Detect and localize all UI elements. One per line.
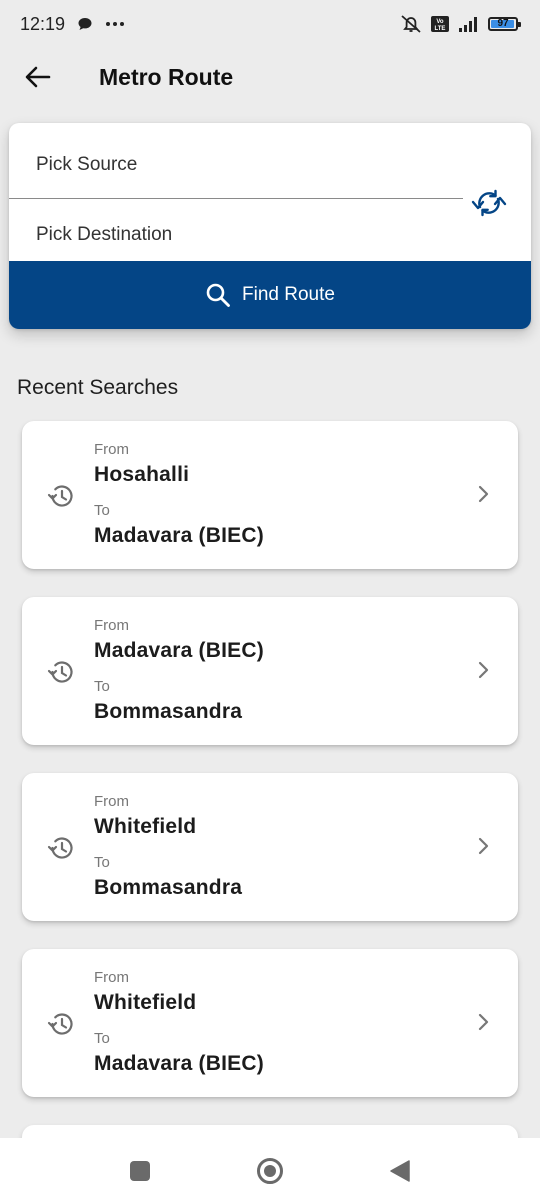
source-field[interactable]: Pick Source	[9, 131, 463, 199]
recent-search-item[interactable]: From Madavara (BIEC) To Bommasandra	[22, 597, 518, 745]
chat-bubble-icon	[77, 16, 93, 32]
from-label: From	[94, 617, 129, 634]
from-station: Hosahalli	[94, 463, 190, 486]
from-label: From	[94, 793, 129, 810]
svg-text:Vo: Vo	[436, 19, 444, 25]
to-label: To	[94, 502, 110, 519]
status-time: 12:19	[20, 13, 66, 34]
history-icon	[47, 837, 73, 859]
swap-stations-button[interactable]	[469, 183, 509, 223]
destination-field[interactable]: Pick Destination	[9, 201, 463, 269]
status-left: 12:19	[20, 14, 125, 35]
swap-arrows-icon	[471, 189, 507, 217]
route-search-card: Pick Source Pick Destination Find Route	[9, 123, 531, 329]
home-button[interactable]	[252, 1153, 288, 1189]
recents-button[interactable]	[122, 1153, 158, 1189]
back-button[interactable]	[18, 57, 58, 97]
find-route-button[interactable]: Find Route	[9, 261, 531, 329]
to-label: To	[94, 1030, 110, 1047]
battery-icon: 97	[488, 17, 521, 31]
volte-icon: Vo LTE	[430, 15, 450, 33]
status-bar: 12:19 Vo LTE 97	[0, 0, 540, 48]
recent-searches-list: From Hosahalli To Madavara (BIEC) From M…	[22, 421, 518, 1125]
find-route-label: Find Route	[242, 284, 335, 305]
arrow-left-icon	[25, 66, 51, 88]
to-station: Madavara (BIEC)	[94, 1052, 264, 1075]
search-icon	[206, 283, 230, 307]
recent-search-item[interactable]: From Whitefield To Bommasandra	[22, 773, 518, 921]
back-nav-button[interactable]	[382, 1153, 418, 1189]
to-label: To	[94, 854, 110, 871]
recent-searches-title: Recent Searches	[17, 376, 179, 399]
history-icon	[47, 485, 73, 507]
back-triangle-icon	[390, 1160, 410, 1182]
alarm-off-icon	[400, 14, 422, 34]
metro-route-screen: 12:19 Vo LTE 97 Metro Route Pick Source …	[0, 0, 540, 1204]
from-label: From	[94, 969, 129, 986]
from-station: Whitefield	[94, 815, 197, 838]
home-circle-icon	[257, 1158, 283, 1184]
from-label: From	[94, 441, 129, 458]
status-right: Vo LTE 97	[400, 14, 521, 34]
to-station: Madavara (BIEC)	[94, 524, 264, 547]
battery-level: 97	[497, 18, 509, 29]
more-dots-icon	[105, 21, 125, 27]
recents-square-icon	[130, 1161, 150, 1181]
system-nav-bar	[0, 1138, 540, 1204]
chevron-right-icon	[478, 1013, 489, 1031]
svg-text:LTE: LTE	[435, 26, 446, 32]
recent-search-item[interactable]: From Whitefield To Madavara (BIEC)	[22, 949, 518, 1097]
from-station: Whitefield	[94, 991, 197, 1014]
page-title: Metro Route	[99, 63, 234, 90]
to-station: Bommasandra	[94, 876, 243, 899]
signal-icon	[458, 16, 480, 32]
recent-search-item[interactable]: From Hosahalli To Madavara (BIEC)	[22, 421, 518, 569]
from-station: Madavara (BIEC)	[94, 639, 264, 662]
to-station: Bommasandra	[94, 700, 243, 723]
history-icon	[47, 661, 73, 683]
app-bar: Metro Route	[0, 48, 540, 106]
to-label: To	[94, 678, 110, 695]
chevron-right-icon	[478, 661, 489, 679]
chevron-right-icon	[478, 837, 489, 855]
history-icon	[47, 1013, 73, 1035]
chevron-right-icon	[478, 485, 489, 503]
